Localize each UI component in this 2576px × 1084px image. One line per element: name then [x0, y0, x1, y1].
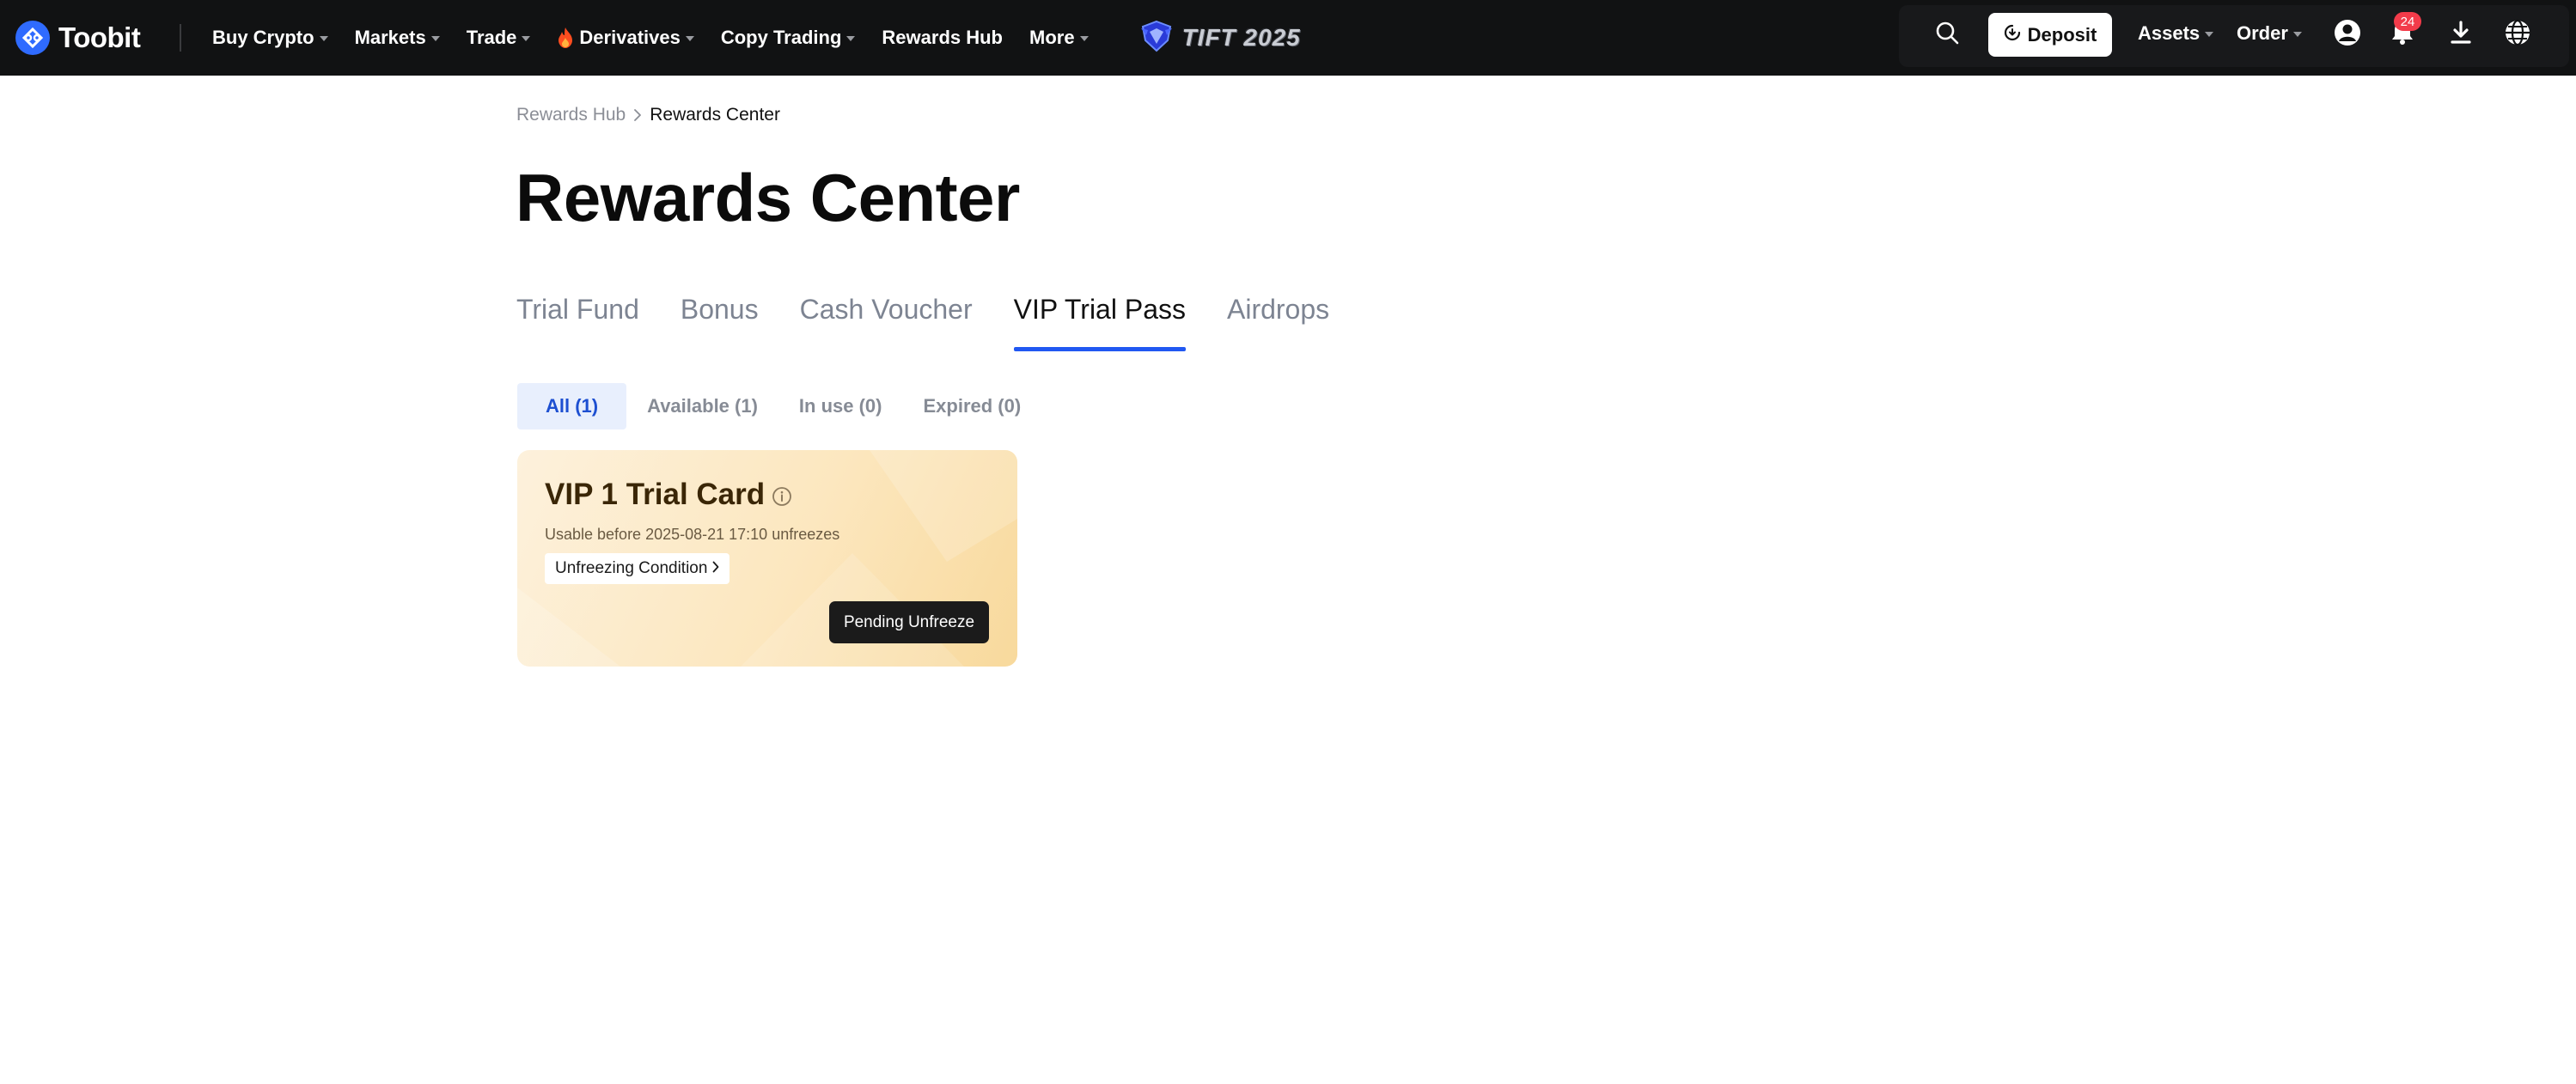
nav-rewards-hub[interactable]: Rewards Hub [882, 27, 1003, 49]
chevron-down-icon [2205, 32, 2214, 37]
deposit-button[interactable]: Deposit [1988, 13, 2112, 57]
status-filters: All (1) Available (1) In use (0) Expired… [517, 383, 1041, 429]
main-nav: Buy Crypto Markets Trade Derivatives Cop… [212, 0, 1301, 76]
card-expiry-text: Usable before 2025-08-21 17:10 unfreezes [545, 526, 840, 543]
vip-trial-card: VIP 1 Trial Card Usable before 2025-08-2… [517, 450, 1017, 667]
deposit-label: Deposit [2027, 23, 2097, 46]
nav-label: More [1029, 27, 1075, 48]
tab-airdrops[interactable]: Airdrops [1227, 294, 1329, 349]
assets-menu[interactable]: Assets [2138, 22, 2214, 45]
breadcrumb-rewards-hub[interactable]: Rewards Hub [516, 105, 626, 125]
breadcrumb-current: Rewards Center [650, 105, 780, 125]
chevron-down-icon [430, 36, 440, 41]
order-menu[interactable]: Order [2237, 22, 2302, 45]
top-navigation-bar: Toobit Buy Crypto Markets Trade Derivati… [0, 0, 2576, 76]
filter-in-use[interactable]: In use (0) [778, 383, 903, 429]
nav-copy-trading[interactable]: Copy Trading [721, 27, 856, 49]
page-title: Rewards Center [516, 160, 1020, 235]
nav-more[interactable]: More [1029, 27, 1089, 49]
chevron-right-icon [712, 559, 719, 578]
nav-markets[interactable]: Markets [355, 27, 440, 49]
toobit-logo-icon [15, 21, 50, 55]
nav-label: Rewards Hub [882, 27, 1003, 48]
reward-type-tabs: Trial Fund Bonus Cash Voucher VIP Trial … [516, 294, 1370, 354]
shield-emblem-icon [1139, 20, 1174, 57]
pending-unfreeze-button[interactable]: Pending Unfreeze [829, 601, 989, 643]
filter-all[interactable]: All (1) [517, 383, 627, 429]
unfreezing-condition-button[interactable]: Unfreezing Condition [545, 553, 730, 584]
language-button[interactable] [2502, 19, 2533, 50]
chevron-down-icon [2292, 32, 2302, 37]
nav-label: Markets [354, 27, 426, 48]
chevron-down-icon [522, 36, 531, 41]
card-title: VIP 1 Trial Card [545, 478, 766, 511]
toobit-logo[interactable]: Toobit [15, 15, 141, 60]
notification-count-badge: 24 [2394, 12, 2421, 31]
download-icon [2450, 20, 2472, 49]
nav-trade[interactable]: Trade [467, 27, 531, 49]
chevron-down-icon [1079, 36, 1089, 41]
assets-label: Assets [2138, 22, 2201, 44]
globe-icon [2504, 19, 2531, 51]
order-label: Order [2237, 22, 2288, 44]
tab-cash-voucher[interactable]: Cash Voucher [800, 294, 973, 349]
tab-trial-fund[interactable]: Trial Fund [516, 294, 639, 349]
nav-label: Derivatives [579, 27, 681, 48]
info-icon[interactable] [772, 486, 792, 507]
logo-text: Toobit [58, 21, 141, 53]
filter-expired[interactable]: Expired (0) [903, 383, 1042, 429]
search-button[interactable] [1932, 19, 1963, 50]
tab-vip-trial-pass[interactable]: VIP Trial Pass [1013, 294, 1187, 351]
user-avatar-icon [2334, 19, 2361, 51]
nav-label: Copy Trading [720, 27, 842, 48]
download-button[interactable] [2445, 19, 2476, 50]
condition-label: Unfreezing Condition [555, 559, 708, 577]
flame-icon [557, 27, 574, 49]
chevron-down-icon [846, 36, 856, 41]
profile-button[interactable] [2332, 19, 2363, 50]
nav-derivatives[interactable]: Derivatives [557, 27, 694, 49]
breadcrumb: Rewards Hub Rewards Center [516, 105, 780, 125]
nav-label: Buy Crypto [212, 27, 314, 48]
search-icon [1935, 21, 1959, 49]
nav-buy-crypto[interactable]: Buy Crypto [212, 27, 328, 49]
tift-banner-text: TIFT 2025 [1181, 24, 1301, 51]
filter-available[interactable]: Available (1) [626, 383, 778, 429]
logo-divider [180, 24, 181, 52]
tab-bonus[interactable]: Bonus [681, 294, 759, 349]
chevron-down-icon [319, 36, 328, 41]
chevron-right-icon [633, 108, 642, 122]
tift-2025-banner[interactable]: TIFT 2025 [1139, 20, 1301, 57]
deposit-icon [2004, 24, 2021, 46]
card-title-row: VIP 1 Trial Card [545, 478, 792, 512]
chevron-down-icon [685, 36, 694, 41]
nav-label: Trade [466, 27, 517, 48]
